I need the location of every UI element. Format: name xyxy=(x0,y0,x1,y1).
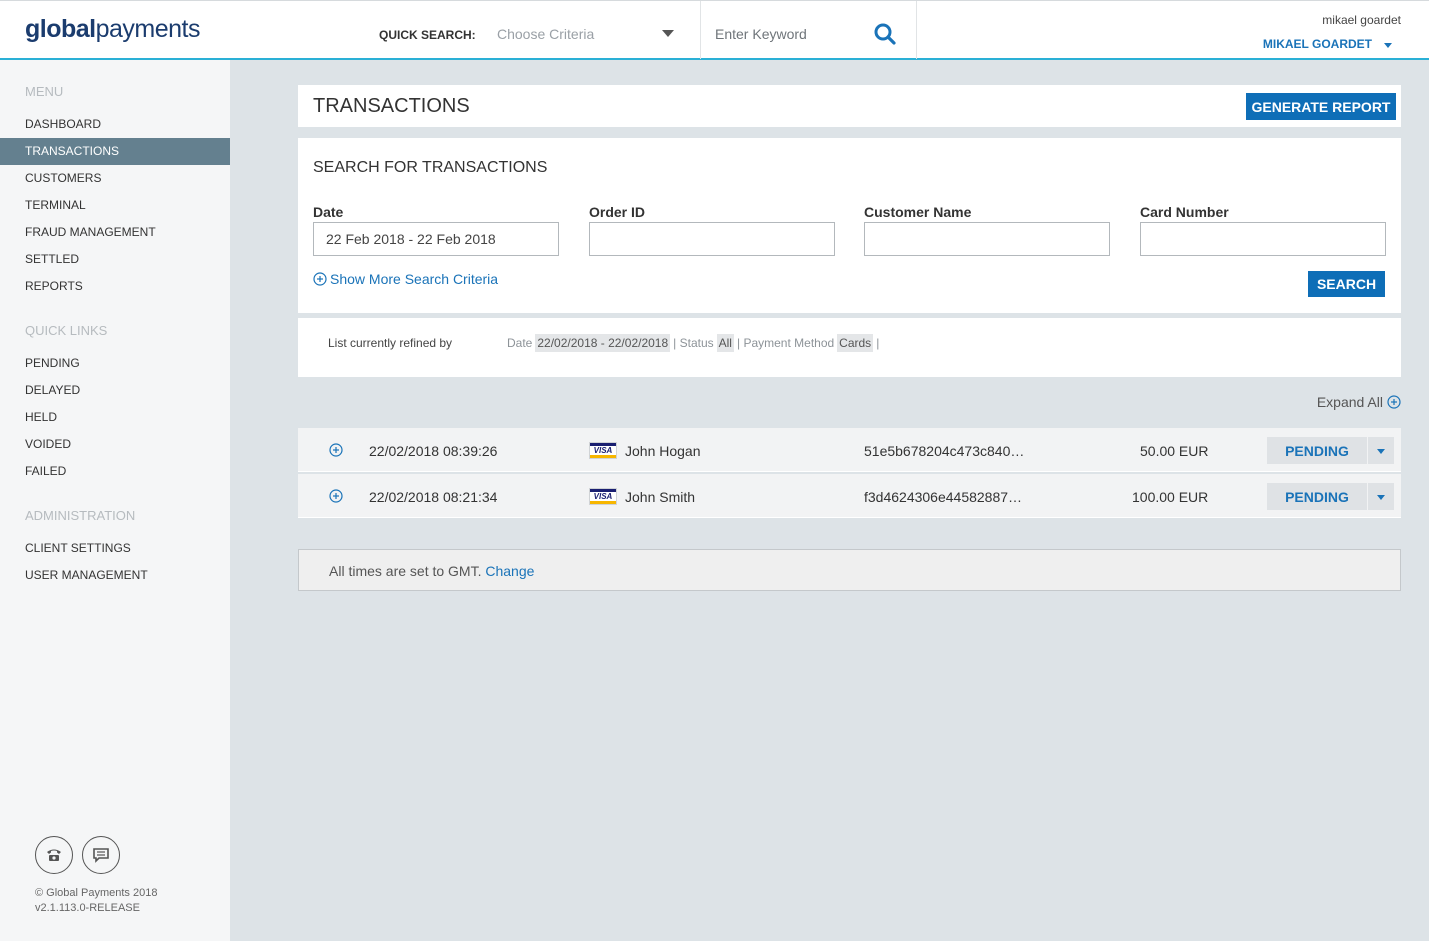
phone-icon xyxy=(47,849,61,861)
expand-row-icon[interactable] xyxy=(329,443,343,457)
card-number-field[interactable] xyxy=(1140,222,1386,256)
keyword-input[interactable] xyxy=(702,17,862,51)
sidebar-item-client-settings[interactable]: CLIENT SETTINGS xyxy=(0,535,230,562)
table-row[interactable]: 22/02/2018 08:39:26 VISA John Hogan 51e5… xyxy=(298,428,1401,472)
sidebar-item-settled[interactable]: SETTLED xyxy=(0,246,230,273)
page-title: TRANSACTIONS xyxy=(313,95,470,117)
sidebar-item-pending[interactable]: PENDING xyxy=(0,350,230,377)
show-more-criteria-link[interactable]: Show More Search Criteria xyxy=(313,271,498,287)
sidebar-item-failed[interactable]: FAILED xyxy=(0,458,230,485)
date-range-field[interactable] xyxy=(313,222,559,256)
generate-report-button[interactable]: GENERATE REPORT xyxy=(1246,93,1396,120)
sidebar-item-transactions[interactable]: TRANSACTIONS xyxy=(0,138,230,165)
chevron-down-icon xyxy=(662,30,674,37)
feedback-button[interactable] xyxy=(82,836,120,874)
visa-card-icon: VISA xyxy=(589,488,617,505)
top-header: globalpayments QUICK SEARCH: Choose Crit… xyxy=(0,0,1429,60)
sidebar-item-voided[interactable]: VOIDED xyxy=(0,431,230,458)
search-section-title: SEARCH FOR TRANSACTIONS xyxy=(313,159,548,176)
sidebar-item-fraud-management[interactable]: FRAUD MANAGEMENT xyxy=(0,219,230,246)
status-button[interactable]: PENDING xyxy=(1267,437,1367,464)
expand-all-label: Expand All xyxy=(1316,394,1383,410)
visa-card-icon: VISA xyxy=(589,442,617,459)
refine-summary: List currently refined by Date 22/02/201… xyxy=(298,318,1401,377)
quick-links-heading: QUICK LINKS xyxy=(25,323,108,338)
sidebar-item-terminal[interactable]: TERMINAL xyxy=(0,192,230,219)
transaction-datetime: 22/02/2018 08:21:34 xyxy=(369,489,498,505)
search-form: SEARCH FOR TRANSACTIONS Date Order ID Cu… xyxy=(298,138,1401,313)
sidebar-item-dashboard[interactable]: DASHBOARD xyxy=(0,111,230,138)
plus-circle-icon xyxy=(1387,395,1401,409)
filter-payment-key: Payment Method xyxy=(743,336,835,350)
table-row[interactable]: 22/02/2018 08:21:34 VISA John Smith f3d4… xyxy=(298,474,1401,518)
phone-button[interactable] xyxy=(35,836,73,874)
timezone-text: All times are set to GMT. Change xyxy=(329,563,534,579)
filter-status-key: Status xyxy=(679,336,714,350)
separator: | xyxy=(876,336,880,350)
card-number-label: Card Number xyxy=(1140,204,1229,220)
order-id: f3d4624306e44582887… xyxy=(864,489,1023,505)
filter-payment-value: Cards xyxy=(837,334,874,352)
filter-date-key: Date xyxy=(507,336,533,350)
sidebar-item-held[interactable]: HELD xyxy=(0,404,230,431)
sidebar-item-delayed[interactable]: DELAYED xyxy=(0,377,230,404)
administration-heading: ADMINISTRATION xyxy=(25,508,136,523)
separator: | xyxy=(673,336,677,350)
chevron-down-icon[interactable] xyxy=(1368,483,1394,510)
timezone-notice: All times are set to GMT. Change xyxy=(298,549,1401,591)
order-id: 51e5b678204c473c840… xyxy=(864,443,1025,459)
criteria-select[interactable]: Choose Criteria xyxy=(485,17,686,51)
amount: 50.00 EUR xyxy=(1140,443,1209,459)
plus-circle-icon xyxy=(313,272,327,286)
customer-name-label: Customer Name xyxy=(864,204,972,220)
criteria-placeholder: Choose Criteria xyxy=(497,26,595,42)
divider xyxy=(700,1,701,59)
version-text: v2.1.113.0-RELEASE xyxy=(35,902,140,914)
expand-all-link[interactable]: Expand All xyxy=(1317,394,1401,410)
username-label: mikael goardet xyxy=(1322,13,1401,27)
filter-date-value: 22/02/2018 - 22/02/2018 xyxy=(535,334,671,352)
status-button[interactable]: PENDING xyxy=(1267,483,1367,510)
sidebar-item-user-management[interactable]: USER MANAGEMENT xyxy=(0,562,230,589)
global-payments-logo[interactable]: globalpayments xyxy=(25,15,201,44)
copyright-text: © Global Payments 2018 xyxy=(35,887,158,899)
filter-status-value: All xyxy=(716,334,734,352)
order-id-label: Order ID xyxy=(589,204,646,220)
expand-row-icon[interactable] xyxy=(329,489,343,503)
customer-name-field[interactable] xyxy=(864,222,1110,256)
customer-name: John Smith xyxy=(625,489,696,505)
sidebar-item-reports[interactable]: REPORTS xyxy=(0,273,230,300)
quick-search-label: QUICK SEARCH: xyxy=(379,28,476,42)
separator: | xyxy=(736,336,741,350)
timezone-message: All times are set to GMT. xyxy=(329,563,482,579)
change-timezone-link[interactable]: Change xyxy=(485,563,534,579)
date-label: Date xyxy=(313,204,344,220)
user-menu[interactable]: MIKAEL GOARDET xyxy=(1263,37,1372,51)
chat-icon xyxy=(93,848,109,863)
refine-filters: Date 22/02/2018 - 22/02/2018 | Status Al… xyxy=(507,334,879,352)
transaction-datetime: 22/02/2018 08:39:26 xyxy=(369,443,498,459)
divider xyxy=(916,1,917,59)
chevron-down-icon[interactable] xyxy=(1368,437,1394,464)
show-more-label: Show More Search Criteria xyxy=(330,271,499,287)
menu-heading: MENU xyxy=(25,84,64,99)
refine-label: List currently refined by xyxy=(328,336,453,350)
order-id-field[interactable] xyxy=(589,222,835,256)
search-button[interactable]: SEARCH xyxy=(1308,271,1385,297)
customer-name: John Hogan xyxy=(625,443,701,459)
amount: 100.00 EUR xyxy=(1132,489,1209,505)
footer-info: © Global Payments 2018 v2.1.113.0-RELEAS… xyxy=(35,886,157,916)
search-icon[interactable] xyxy=(872,21,898,47)
sidebar: MENU DASHBOARD TRANSACTIONS CUSTOMERS TE… xyxy=(0,60,230,941)
page-title-bar: TRANSACTIONS GENERATE REPORT xyxy=(298,85,1401,127)
sidebar-item-customers[interactable]: CUSTOMERS xyxy=(0,165,230,192)
chevron-down-icon[interactable] xyxy=(1384,43,1392,48)
